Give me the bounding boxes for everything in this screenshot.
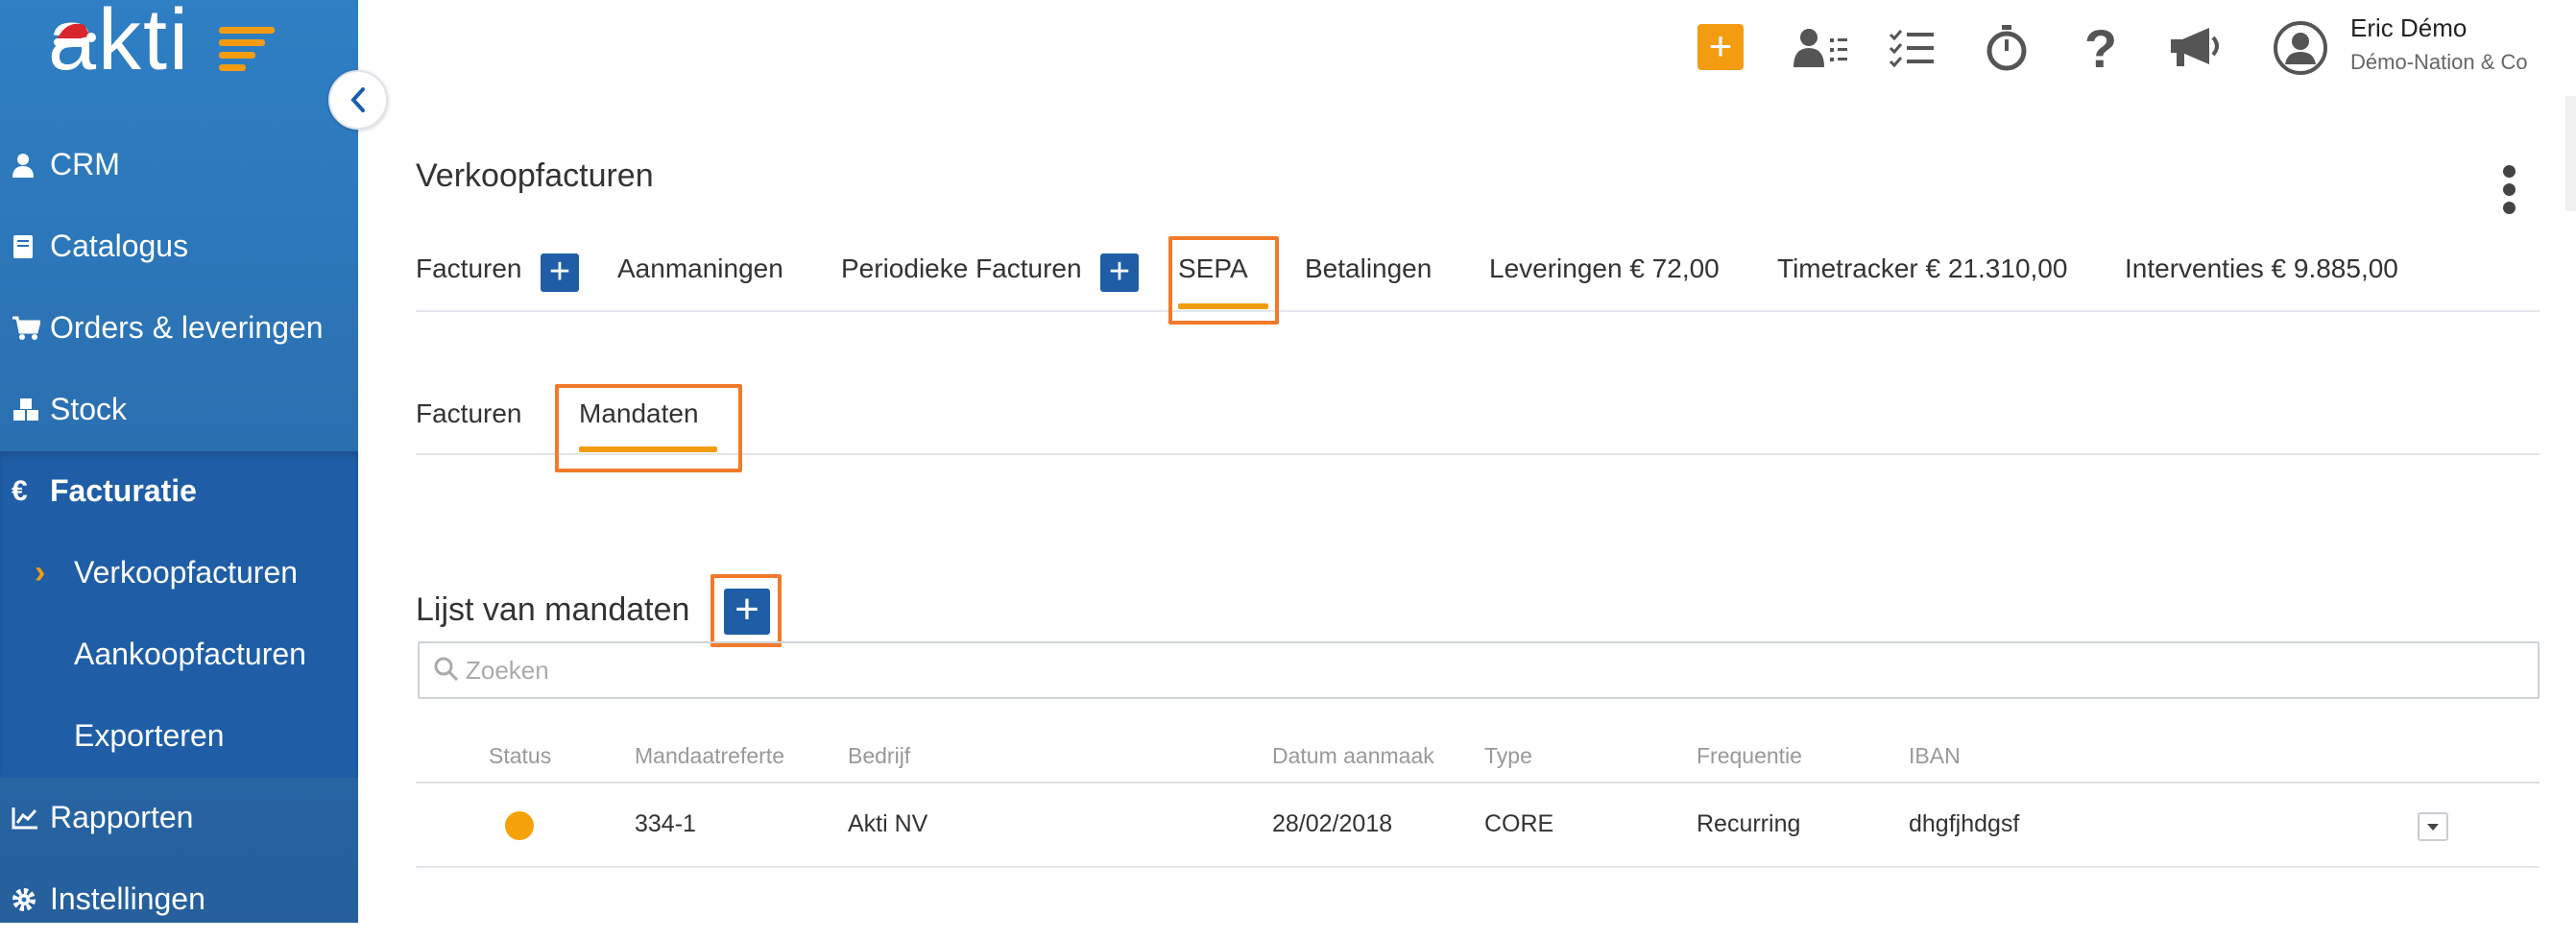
- mandaten-highlight-box: [555, 384, 742, 472]
- status-indicator: [505, 811, 534, 840]
- add-factuur-button[interactable]: +: [541, 253, 579, 292]
- cubes-icon: [0, 398, 50, 422]
- gear-icon: [0, 887, 50, 912]
- cell-frequency: Recurring: [1697, 810, 1801, 837]
- sidebar-item-label: Rapporten: [50, 800, 194, 834]
- euro-icon: €: [12, 474, 28, 507]
- help-icon[interactable]: ?: [2072, 18, 2130, 79]
- sidebar-subitem-label: Verkoopfacturen: [74, 555, 299, 590]
- search-input[interactable]: [466, 651, 2482, 689]
- contacts-icon[interactable]: [1792, 19, 1849, 77]
- sidebar-item-instellingen[interactable]: Instellingen: [0, 858, 358, 940]
- row-actions-dropdown[interactable]: [2418, 812, 2448, 841]
- sidebar-item-label: Catalogus: [50, 229, 189, 263]
- sidebar-item-orders[interactable]: Orders & leveringen: [0, 287, 358, 369]
- sidebar-item-stock[interactable]: Stock: [0, 369, 358, 450]
- cart-icon: [0, 316, 50, 341]
- column-header-iban[interactable]: IBAN: [1909, 743, 1961, 769]
- user-company: Démo-Nation & Co: [2350, 50, 2528, 74]
- cell-type: CORE: [1484, 810, 1554, 837]
- column-header-reference[interactable]: Mandaatreferte: [635, 743, 784, 769]
- cell-company[interactable]: Akti NV: [848, 810, 927, 838]
- add-mandate-highlight-box: [710, 574, 782, 647]
- sepa-highlight-box: [1168, 236, 1279, 325]
- sidebar-subitem-exporteren[interactable]: Exporteren: [0, 695, 358, 777]
- sidebar-subitem-label: Exporteren: [74, 718, 225, 753]
- sidebar-subitem-label: Aankoopfacturen: [74, 637, 306, 671]
- user-circle-icon[interactable]: [2272, 19, 2329, 77]
- sidebar-subitem-aankoopfacturen[interactable]: Aankoopfacturen: [0, 614, 358, 695]
- table-header-divider: [416, 782, 2540, 783]
- sidebar-item-label: Orders & leveringen: [50, 310, 324, 345]
- tab-leveringen[interactable]: Leveringen € 72,00: [1489, 253, 1720, 284]
- cell-date: 28/02/2018: [1272, 810, 1393, 837]
- tab-timetracker[interactable]: Timetracker € 21.310,00: [1777, 253, 2067, 284]
- chevron-right-icon: ›: [35, 554, 46, 591]
- add-periodieke-factuur-button[interactable]: +: [1100, 253, 1139, 292]
- sidebar-item-label: Instellingen: [50, 881, 205, 916]
- sidebar-item-crm[interactable]: CRM: [0, 124, 358, 205]
- sidebar-item-catalogus[interactable]: Catalogus: [0, 205, 358, 287]
- tab-periodieke-facturen[interactable]: Periodieke Facturen: [841, 253, 1082, 284]
- cell-reference[interactable]: 334-1: [635, 810, 696, 838]
- tab-aanmaningen[interactable]: Aanmaningen: [617, 253, 783, 284]
- sidebar-item-label: Stock: [50, 392, 128, 426]
- more-options-icon[interactable]: [2494, 165, 2523, 219]
- search-box: [418, 641, 2540, 699]
- scrollbar[interactable]: [2565, 96, 2576, 211]
- column-header-frequency[interactable]: Frequentie: [1697, 743, 1802, 769]
- caret-down-icon: [2427, 823, 2439, 831]
- tab-interventies[interactable]: Interventies € 9.885,00: [2125, 253, 2398, 284]
- column-header-date[interactable]: Datum aanmaak: [1272, 743, 1434, 769]
- chevron-left-icon: [350, 87, 365, 112]
- table-row-divider: [416, 866, 2540, 868]
- search-icon: [434, 657, 459, 682]
- book-icon: [0, 234, 50, 259]
- chart-icon: [0, 807, 50, 830]
- santa-hat-icon: [54, 23, 96, 46]
- collapse-sidebar-button[interactable]: [328, 70, 388, 130]
- megaphone-icon[interactable]: [2166, 19, 2224, 77]
- tabs-divider: [416, 310, 2540, 312]
- sidebar-item-label: Facturatie: [50, 473, 197, 508]
- subtab-facturen[interactable]: Facturen: [416, 398, 522, 429]
- tab-facturen[interactable]: Facturen: [416, 253, 522, 284]
- sidebar-item-facturatie[interactable]: € Facturatie: [0, 450, 358, 532]
- stopwatch-icon[interactable]: [1978, 19, 2035, 77]
- user-icon: [0, 153, 50, 178]
- sidebar-item-rapporten[interactable]: Rapporten: [0, 777, 358, 858]
- sidebar-item-label: CRM: [50, 147, 120, 181]
- akti-logo[interactable]: akti: [48, 0, 298, 88]
- page-title: Verkoopfacturen: [416, 157, 654, 194]
- column-header-status[interactable]: Status: [489, 743, 551, 769]
- sidebar: akti CRM Catalogus Orders & leveringen S…: [0, 0, 358, 923]
- sidebar-subitem-verkoopfacturen[interactable]: › Verkoopfacturen: [0, 532, 358, 614]
- user-name[interactable]: Eric Démo: [2350, 13, 2467, 43]
- logo-bars-icon: [219, 27, 275, 77]
- column-header-company[interactable]: Bedrijf: [848, 743, 910, 769]
- quick-add-button[interactable]: +: [1697, 24, 1744, 70]
- mandates-list-title: Lijst van mandaten: [416, 591, 690, 628]
- tasks-icon[interactable]: [1884, 19, 1941, 77]
- cell-iban: dhgfjhdgsf: [1909, 810, 2020, 837]
- tab-betalingen[interactable]: Betalingen: [1305, 253, 1432, 284]
- column-header-type[interactable]: Type: [1484, 743, 1532, 769]
